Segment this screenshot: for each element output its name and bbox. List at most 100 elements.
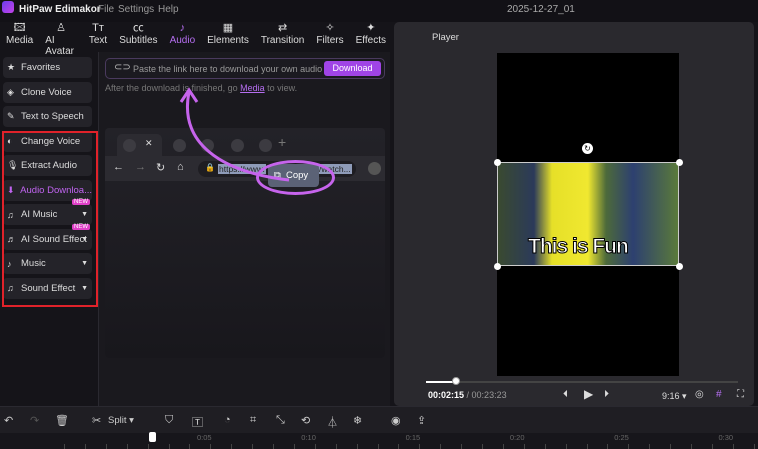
sidebar-item-clone-voice[interactable]: ◈ Clone Voice [3, 81, 92, 103]
sidebar-item-favorites[interactable]: ★ Favorites [3, 57, 92, 78]
tick-mark [691, 444, 692, 449]
transition-icon: ⇄ [277, 22, 288, 34]
tab-text[interactable]: Tт Text [83, 22, 113, 52]
text-tool-icon[interactable]: 🅃 [192, 414, 203, 430]
timeline-tick: 0:20 [509, 433, 525, 442]
audio-download-panel: ⊂⊃ Paste the link here to download your … [98, 52, 405, 406]
next-frame-icon[interactable]: ⏵ [604, 389, 609, 400]
arrow-illustration [179, 87, 290, 182]
sidebar-item-label: Text to Speech [21, 111, 84, 122]
tick-mark [586, 444, 588, 449]
delete-icon[interactable]: 🗑 [55, 414, 69, 427]
tab-transition[interactable]: ⇄ Transition [255, 22, 311, 52]
reverse-icon[interactable]: ⟲ [301, 414, 310, 427]
tab-label: Filters [316, 35, 344, 46]
tab-label: Effects [355, 35, 386, 46]
marker-icon[interactable]: ⛉ [165, 414, 173, 427]
fullscreen-icon[interactable]: ⛶ [737, 389, 744, 400]
video-clip[interactable]: This is Fun [497, 162, 679, 266]
tab-elements[interactable]: ▦ Elements [201, 22, 255, 52]
tick-mark [210, 444, 212, 449]
rotate-handle-icon[interactable]: ↻ [582, 143, 593, 154]
tick-mark [482, 444, 483, 449]
sidebar-item-label: Favorites [21, 62, 61, 73]
tick-mark [64, 444, 65, 449]
tab-effects[interactable]: ✦ Effects [350, 22, 392, 52]
timeline-tick: 0:15 [405, 433, 421, 442]
crop-icon[interactable]: ⌗ [250, 414, 256, 427]
title-bar: HitPaw Edimakor File Settings Help 2025-… [0, 0, 758, 22]
tick-mark [398, 444, 400, 449]
subtitles-icon: ㏄ [132, 22, 144, 34]
playhead[interactable] [149, 432, 156, 442]
tab-media[interactable]: 🖾 Media [0, 22, 39, 52]
tick-mark [419, 444, 421, 449]
new-badge: NEW [72, 223, 90, 230]
play-icon[interactable]: ▶ [584, 387, 593, 401]
sidebar-item-text-to-speech[interactable]: ✎ Text to Speech [3, 106, 92, 127]
tab-subtitles[interactable]: ㏄ Subtitles [113, 22, 163, 52]
tick-mark [607, 444, 609, 449]
media-icon: 🖾 [13, 22, 26, 34]
tick-mark [168, 444, 170, 449]
timeline-tick: 0:30 [718, 433, 734, 442]
timeline-tick: 0:25 [614, 433, 629, 442]
menu-settings[interactable]: Settings [118, 4, 154, 15]
tick-mark [732, 444, 734, 449]
timeline-tick: 0:05 [197, 433, 212, 442]
tab-audio[interactable]: ♪ Audio [164, 22, 202, 52]
tick-mark [544, 444, 546, 449]
tab-ai-avatar[interactable]: ♙ AI Avatar [39, 22, 83, 57]
tick-mark [231, 444, 233, 449]
sidebar-icon: ★ [7, 62, 16, 72]
tab-label: Subtitles [119, 35, 158, 46]
prev-frame-icon[interactable]: ⏴ [563, 389, 568, 400]
aspect-ratio-select[interactable]: 9:16 ▾ [662, 391, 687, 402]
freeze-icon[interactable]: ❄ [353, 414, 362, 427]
menu-file[interactable]: File [98, 4, 114, 15]
edit-toolbar: ↶ ↷ 🗑 ✂ Split ▾ ⛉ 🅃 ◔ ⌗ ⤡ ⟲ ⏃ ❄ ◉ ⇪ [0, 406, 758, 433]
export-clip-icon[interactable]: ⇪ [417, 414, 426, 427]
tick-mark [126, 444, 128, 449]
audio-icon: ♪ [179, 22, 186, 34]
time-display: 00:02:15 / 00:23:23 [428, 390, 507, 400]
sidebar-icon: ◈ [7, 86, 14, 97]
tick-mark [377, 444, 379, 449]
menu-help[interactable]: Help [158, 4, 179, 15]
resize-icon[interactable]: ⤡ [276, 414, 285, 427]
grid-icon[interactable]: # [716, 389, 722, 400]
tick-mark [711, 444, 713, 449]
project-name: 2025-12-27_01 [507, 4, 575, 15]
tick-mark [356, 444, 358, 449]
snapshot-icon[interactable]: ◎ [695, 389, 704, 400]
speed-icon[interactable]: ◔ [224, 414, 231, 426]
split-button[interactable]: Split ▾ [108, 415, 134, 426]
overlay-text: This is Fun [528, 235, 630, 259]
tick-mark [565, 444, 567, 449]
tick-mark [293, 444, 295, 449]
redo-icon[interactable]: ↷ [30, 414, 39, 427]
new-badge: NEW [72, 199, 90, 205]
mirror-icon[interactable]: ⏃ [327, 414, 338, 430]
highlight-box [2, 131, 98, 307]
tab-label: AI Avatar [45, 35, 74, 57]
tick-mark [523, 444, 525, 449]
tick-mark [189, 444, 191, 449]
tick-mark [335, 444, 337, 449]
scrubber-knob[interactable] [451, 377, 460, 385]
tick-mark [105, 444, 107, 449]
undo-icon[interactable]: ↶ [4, 414, 13, 427]
tab-label: Transition [260, 35, 305, 46]
tick-mark [753, 444, 755, 449]
tick-mark [84, 444, 86, 449]
scissors-icon[interactable]: ✂ [92, 414, 101, 427]
main-toolbar: 🖾 Media ♙ AI Avatar Tт Text ㏄ Subtitles ♪ Audio ▦ E… [0, 22, 392, 57]
scrubber[interactable] [426, 381, 738, 383]
tick-mark [461, 444, 463, 449]
elements-icon: ▦ [222, 22, 234, 34]
tab-filters[interactable]: ✧ Filters [310, 22, 349, 52]
tick-mark [273, 444, 274, 449]
timeline-ruler[interactable]: 0:05 0:10 0:15 0:20 0:25 0:30 [0, 433, 758, 449]
tick-mark [147, 444, 149, 449]
ai-avatar-icon[interactable]: ◉ [391, 414, 401, 427]
